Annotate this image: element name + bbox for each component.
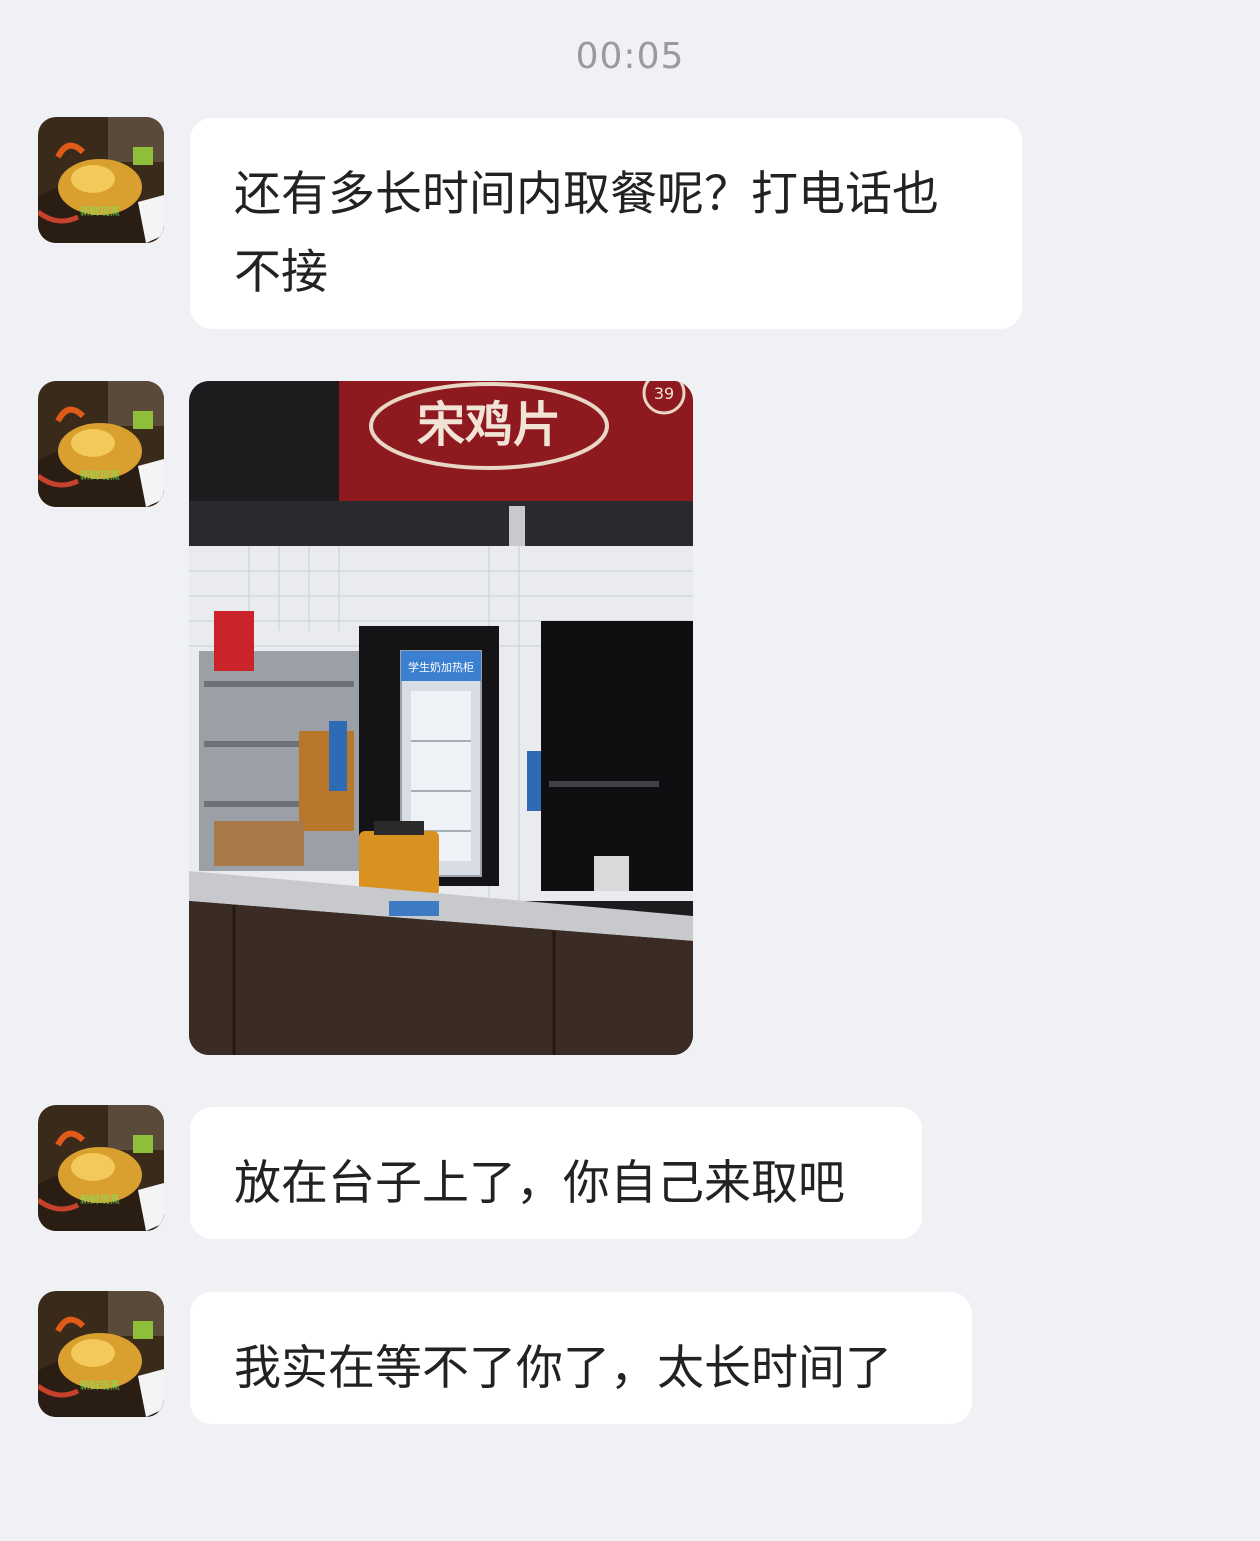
- watermark: 新鲜现蒸: [80, 205, 120, 218]
- avatar[interactable]: 新鲜现蒸: [38, 117, 164, 243]
- message-text: 还有多长时间内取餐呢？打电话也不接: [234, 167, 939, 300]
- watermark: 新鲜现蒸: [80, 469, 120, 482]
- timestamp: 00:05: [575, 36, 685, 77]
- avatar[interactable]: 新鲜现蒸: [38, 1291, 164, 1417]
- fridge-label: 学生奶加热柜: [408, 660, 474, 674]
- message-bubble[interactable]: 我实在等不了你了，太长时间了: [190, 1292, 972, 1424]
- watermark: 新鲜现蒸: [80, 1379, 120, 1392]
- sign-text: 宋鸡片: [417, 397, 561, 453]
- message-text: 放在台子上了，你自己来取吧: [234, 1156, 845, 1211]
- message-bubble[interactable]: 放在台子上了，你自己来取吧: [190, 1107, 922, 1239]
- message-text: 我实在等不了你了，太长时间了: [234, 1341, 892, 1396]
- watermark: 新鲜现蒸: [80, 1193, 120, 1206]
- avatar[interactable]: 新鲜现蒸: [38, 1105, 164, 1231]
- sign-badge: 39: [654, 384, 674, 403]
- avatar[interactable]: 新鲜现蒸: [38, 381, 164, 507]
- message-image[interactable]: 宋鸡片 39 学生奶加热柜: [189, 381, 693, 1055]
- message-bubble[interactable]: 还有多长时间内取餐呢？打电话也不接: [190, 118, 1022, 329]
